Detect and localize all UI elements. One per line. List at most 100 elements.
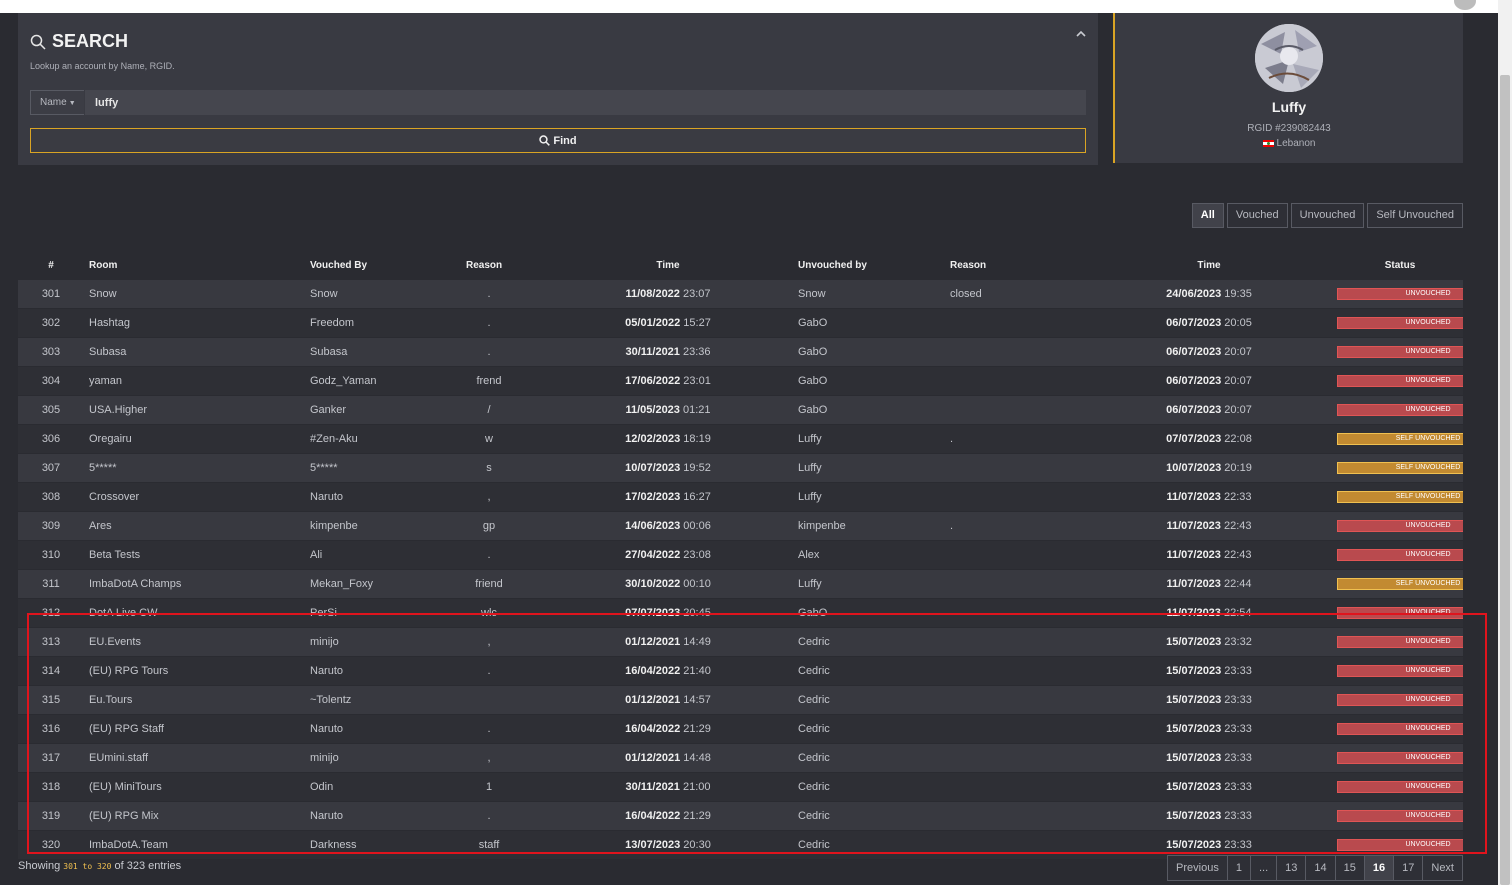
vouched-by: Mekan_Foxy [310,578,373,590]
find-button[interactable]: Find [30,128,1086,153]
search-icon [30,34,46,50]
room-name: EUmini.staff [89,752,149,764]
vouched-by: Naruto [310,491,344,503]
column-header-unvouch-time[interactable]: Time [1081,251,1337,280]
table-row: 309 Ares kimpenbe gp 14/06/2023 00:06 kimpenb… [18,511,1463,541]
navbar-avatar[interactable] [1454,0,1476,10]
table-row: 306 Oregairu #Zen-Aku w 12/02/2023 18:19 Luff… [18,424,1463,454]
lebanon-flag-icon [1262,140,1274,147]
room-name: Hashtag [89,317,130,329]
page-1-button[interactable]: 1 [1226,855,1251,881]
vouch-date: 27/04/2022 [625,549,681,561]
table-row: 301 Snow Snow. 11/08/2022 23:07 Snow closed 24… [18,279,1463,309]
status-cell: UNVOUCHED [1337,599,1463,628]
vouch-history-table: # Room Vouched By Reason Time Unvouched … [18,251,1463,859]
unvouch-date: 06/07/2023 [1166,404,1222,416]
vouch-date: 16/04/2022 [625,665,681,677]
column-header-time[interactable]: Time [558,251,778,280]
page-16-button[interactable]: 16 [1363,855,1395,881]
unvouch-time: 11/07/2023 22:33 [1081,483,1337,512]
vouch-clock: 14:57 [683,694,711,706]
top-navbar [0,0,1498,13]
unvouch-clock: 23:33 [1224,665,1252,677]
vouched-by: Ali [310,549,323,561]
vouch-reason: , [487,491,491,503]
unvouch-date: 11/07/2023 [1166,491,1221,503]
vouch-reason: . [487,317,491,329]
room-name: Crossover [89,491,140,503]
search-title-text: SEARCH [52,31,129,51]
unvouched-by: Luffy [798,578,822,590]
status-cell: UNVOUCHED [1337,657,1463,686]
column-header-room[interactable]: Room [84,251,305,280]
page-scrollbar[interactable] [1498,0,1512,885]
page-17-button[interactable]: 17 [1393,855,1424,881]
column-header-number[interactable]: # [18,251,84,280]
unvouch-date: 15/07/2023 [1166,810,1222,822]
filter-unvouched-button[interactable]: Unvouched [1290,203,1365,228]
unvouch-clock: 22:54 [1223,607,1252,619]
column-header-reason[interactable]: Reason [466,251,558,280]
row-number: 317 [41,752,61,764]
vouch-clock: 21:29 [683,723,711,735]
vouch-time: 11/05/2023 01:21 [558,396,778,425]
unvouch-time: 15/07/2023 23:33 [1081,657,1337,686]
vouch-reason: . [487,549,491,561]
status-badge: SELF UNVOUCHED [1337,433,1463,445]
navbar-username[interactable] [1406,0,1446,2]
unvouch-clock: 23:32 [1224,636,1252,648]
scrollbar-thumb[interactable] [1500,75,1510,885]
unvouched-by: Luffy [798,433,822,445]
status-badge: UNVOUCHED [1337,404,1463,416]
vouch-date: 17/02/2023 [625,491,681,503]
room-name: (EU) RPG Mix [89,810,159,822]
table-row: 312 DotA Live CW PerSi wlc 07/07/2023 20:45 G… [18,598,1463,628]
search-panel: SEARCH Lookup an account by Name, RGID. … [18,13,1098,165]
vouched-by: ~Tolentz [310,694,352,706]
unvouch-time: 15/07/2023 23:33 [1081,715,1337,744]
unvouch-date: 06/07/2023 [1166,346,1222,358]
filter-vouched-button[interactable]: Vouched [1226,203,1288,228]
vouched-by: Naruto [310,810,344,822]
search-input[interactable] [85,90,1086,115]
unvouch-clock: 23:33 [1224,752,1252,764]
column-header-vouched-by[interactable]: Vouched By [305,251,466,280]
column-header-unvouched-by[interactable]: Unvouched by [778,251,950,280]
unvouch-clock: 20:07 [1224,404,1252,416]
chevron-up-icon[interactable] [1074,27,1088,41]
unvouch-reason [950,454,1081,483]
unvouched-by: GabO [798,346,828,358]
status-badge: UNVOUCHED [1337,636,1463,648]
status-badge: UNVOUCHED [1337,375,1463,387]
vouched-by: minijo [310,752,339,764]
page-next-button[interactable]: Next [1422,855,1463,881]
status-badge: UNVOUCHED [1337,810,1463,822]
vouched-by: PerSi [310,607,337,619]
table-row: 308 Crossover Naruto, 17/02/2023 16:27 Luffy… [18,482,1463,512]
profile-avatar [1255,24,1323,92]
unvouch-reason [950,309,1081,338]
table-row: 314 (EU) RPG Tours Naruto. 16/04/2022 21:40… [18,656,1463,686]
vouch-clock: 21:00 [682,781,711,793]
row-number: 303 [41,346,61,358]
column-header-status[interactable]: Status [1337,251,1463,280]
entries-info-range: 301 to 320 [63,862,112,871]
status-cell: SELF UNVOUCHED [1337,454,1463,483]
unvouched-by: Cedric [798,781,830,793]
filter-all-button[interactable]: All [1191,203,1224,228]
status-badge: UNVOUCHED [1337,839,1463,851]
unvouch-clock: 20:07 [1224,346,1252,358]
column-header-unvouch-reason[interactable]: Reason [950,251,1081,280]
search-mode-dropdown[interactable]: Name ▼ [30,90,84,115]
vouch-date: 16/04/2022 [625,723,681,735]
page-14-button[interactable]: 14 [1305,855,1336,881]
table-row: 315 Eu.Tours ~Tolentz 01/12/2021 14:57 Cedri… [18,685,1463,715]
unvouch-time: 10/07/2023 20:19 [1081,454,1337,483]
status-cell: UNVOUCHED [1337,280,1463,309]
page-15-button[interactable]: 15 [1334,855,1365,881]
page-previous-button[interactable]: Previous [1167,855,1228,881]
filter-self-unvouched-button[interactable]: Self Unvouched [1367,203,1463,228]
vouch-time: 07/07/2023 20:45 [558,599,778,628]
page-13-button[interactable]: 13 [1276,855,1307,881]
vouch-time: 11/08/2022 23:07 [558,280,778,309]
